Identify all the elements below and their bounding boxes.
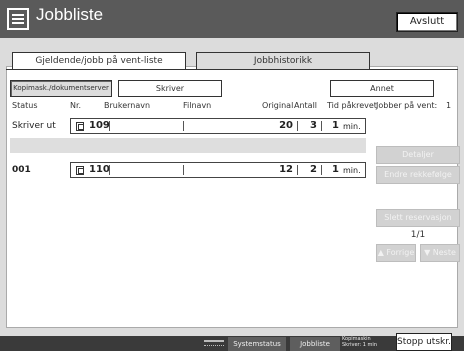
- job-time: 1: [332, 120, 339, 131]
- filter-other-button[interactable]: Annet: [330, 80, 434, 97]
- page-indicator: 1/1: [410, 230, 426, 240]
- column-username: Brukernavn: [104, 101, 151, 110]
- document-icon: [76, 122, 84, 131]
- waiting-jobs-count: 1: [446, 101, 452, 110]
- print-progress-bar: [10, 138, 366, 153]
- prev-page-button[interactable]: ▲ Forrige: [376, 244, 416, 262]
- job-originals: 12: [279, 164, 293, 175]
- job-count: 3: [310, 120, 317, 131]
- change-order-button[interactable]: Endre rekkefølge: [376, 166, 460, 184]
- column-count: Antall: [294, 101, 318, 110]
- job-row-110[interactable]: 110 12 2 1 min.: [70, 162, 366, 178]
- filter-copier-button[interactable]: Kopimask./dokumentserver: [10, 80, 112, 97]
- waiting-jobs-label: Jobber på vent:: [376, 101, 438, 110]
- page-title: Jobbliste: [36, 5, 104, 24]
- column-status: Status: [12, 101, 38, 110]
- stop-print-button[interactable]: Stopp utskr.: [396, 333, 452, 351]
- column-time-required: Tid påkrevet: [327, 101, 377, 110]
- job-list-icon: [7, 8, 29, 30]
- tab-job-history[interactable]: Jobbhistorikk: [196, 52, 370, 70]
- job-originals: 20: [279, 120, 293, 131]
- delete-reservation-button[interactable]: Slett reservasjon: [376, 209, 460, 227]
- job-list-button[interactable]: Jobbliste: [290, 337, 340, 351]
- job-status: 001: [12, 165, 31, 175]
- job-row-109[interactable]: 109 20 3 1 min.: [70, 118, 366, 134]
- job-status: Skriver ut: [12, 121, 56, 131]
- tab-current-jobs[interactable]: Gjeldende/jobb på vent-liste: [12, 52, 186, 70]
- document-icon: [76, 166, 84, 175]
- next-page-button[interactable]: ▼ Neste: [420, 244, 460, 262]
- job-time-unit: min.: [343, 122, 361, 131]
- system-status-button[interactable]: Systemstatus: [228, 337, 286, 351]
- job-number: 109: [89, 120, 110, 131]
- column-filename: Filnavn: [183, 101, 212, 110]
- column-originals: Original: [262, 101, 294, 110]
- tab-divider: [6, 69, 458, 70]
- job-time: 1: [332, 164, 339, 175]
- details-button[interactable]: Detaljer: [376, 146, 460, 164]
- machine-status: Kopimaskin Skriver: 1 min: [342, 336, 394, 348]
- filter-printer-button[interactable]: Skriver: [118, 80, 222, 97]
- job-number: 110: [89, 164, 110, 175]
- memory-icon: [204, 340, 224, 348]
- job-time-unit: min.: [343, 166, 361, 175]
- job-count: 2: [310, 164, 317, 175]
- exit-button[interactable]: Avslutt: [396, 12, 458, 32]
- column-nr: Nr.: [70, 101, 82, 110]
- machine-status-line2: Skriver: 1 min: [342, 342, 377, 348]
